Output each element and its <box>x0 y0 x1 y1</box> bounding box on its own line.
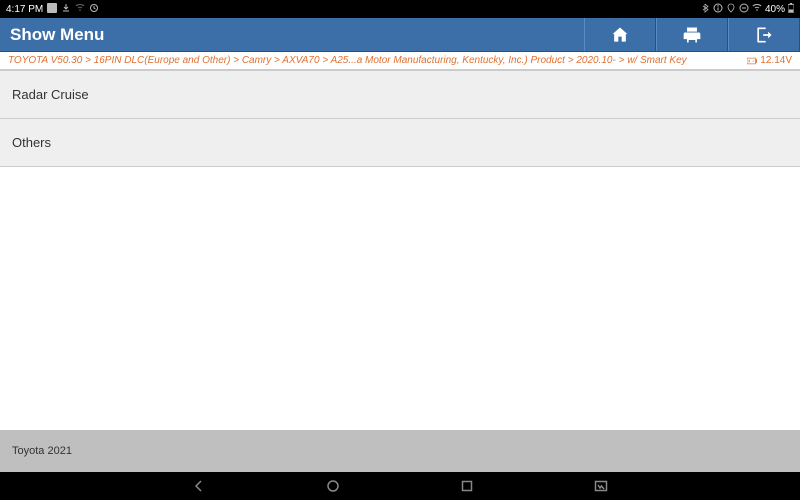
home-button[interactable] <box>584 18 656 51</box>
nav-home-button[interactable] <box>326 479 340 493</box>
title-actions <box>584 18 800 51</box>
status-left: 4:17 PM <box>6 3 99 16</box>
voltage-indicator: 12.14V <box>747 55 792 66</box>
status-bar: 4:17 PM 40% <box>0 0 800 18</box>
exit-button[interactable] <box>728 18 800 51</box>
sync-icon <box>89 3 99 16</box>
footer-bar: Toyota 2021 <box>0 430 800 472</box>
footer-text: Toyota 2021 <box>12 445 72 457</box>
nav-recent-button[interactable] <box>460 479 474 493</box>
dnd-icon <box>739 3 749 16</box>
menu-item-label: Others <box>12 135 51 150</box>
android-nav-bar <box>0 472 800 500</box>
wifi-icon <box>752 3 762 16</box>
page-title: Show Menu <box>0 25 104 45</box>
breadcrumb-bar: TOYOTA V50.30 > 16PIN DLC(Europe and Oth… <box>0 52 800 70</box>
info-icon <box>713 3 723 16</box>
bluetooth-icon <box>700 3 710 16</box>
status-right: 40% <box>700 3 794 16</box>
download-icon <box>61 3 71 16</box>
menu-item-others[interactable]: Others <box>0 119 800 167</box>
title-bar: Show Menu <box>0 18 800 52</box>
menu-item-radar-cruise[interactable]: Radar Cruise <box>0 70 800 119</box>
breadcrumb: TOYOTA V50.30 > 16PIN DLC(Europe and Oth… <box>8 55 741 66</box>
menu-item-label: Radar Cruise <box>12 87 89 102</box>
battery-percent: 40% <box>765 4 785 15</box>
nav-back-button[interactable] <box>192 479 206 493</box>
status-time: 4:17 PM <box>6 4 43 15</box>
voltage-value: 12.14V <box>760 55 792 66</box>
nav-screenshot-button[interactable] <box>594 479 608 493</box>
wifi-off-icon <box>75 3 85 16</box>
location-icon <box>726 3 736 16</box>
battery-small-icon <box>747 57 757 65</box>
print-button[interactable] <box>656 18 728 51</box>
image-icon <box>47 3 57 16</box>
menu-list: Radar Cruise Others <box>0 70 800 430</box>
battery-icon <box>788 3 794 16</box>
